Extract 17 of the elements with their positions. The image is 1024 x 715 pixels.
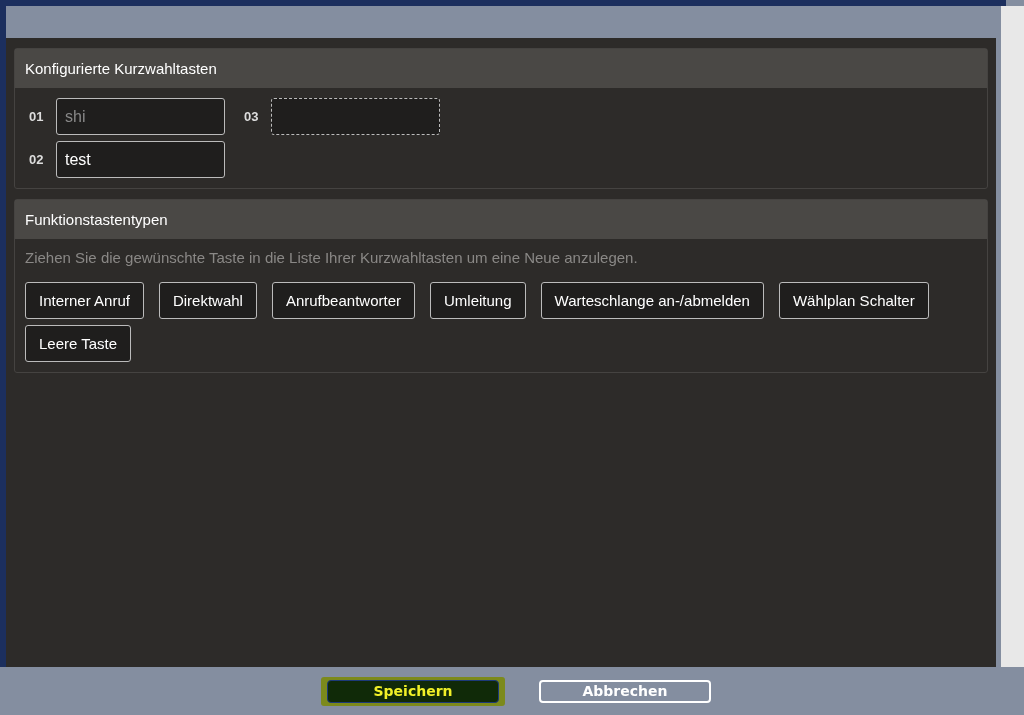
save-button[interactable]: Speichern [327, 679, 499, 703]
input-field[interactable]: test [56, 141, 225, 178]
key-type-button[interactable]: Interner Anruf [25, 282, 144, 319]
key-type-button[interactable]: Direktwahl [158, 282, 257, 319]
panel-title: Konfigurierte Kurzwahltasten [15, 49, 987, 88]
slot-number: 02 [29, 152, 45, 167]
key-type-button[interactable]: Warteschlange an-/abmelden [540, 282, 764, 319]
key-type-button[interactable]: Leere Taste [25, 325, 132, 362]
slot-number: 03 [244, 109, 260, 124]
key-type-button[interactable]: Wählplan Schalter [778, 282, 929, 319]
hint-text: Ziehen Sie die gewünschte Taste in die Liste Ihrer Kurzwahltasten um eine Neue anzulegen. [24, 248, 639, 266]
key-type-button[interactable]: Umleitung [430, 282, 526, 319]
drop-zone[interactable] [271, 98, 440, 135]
key-type-button[interactable]: Anrufbeantworter [271, 282, 415, 319]
input-field[interactable]: shi [56, 98, 225, 135]
slot-number: 01 [29, 109, 45, 124]
panel-title: Funktionstastentypen [15, 200, 987, 239]
